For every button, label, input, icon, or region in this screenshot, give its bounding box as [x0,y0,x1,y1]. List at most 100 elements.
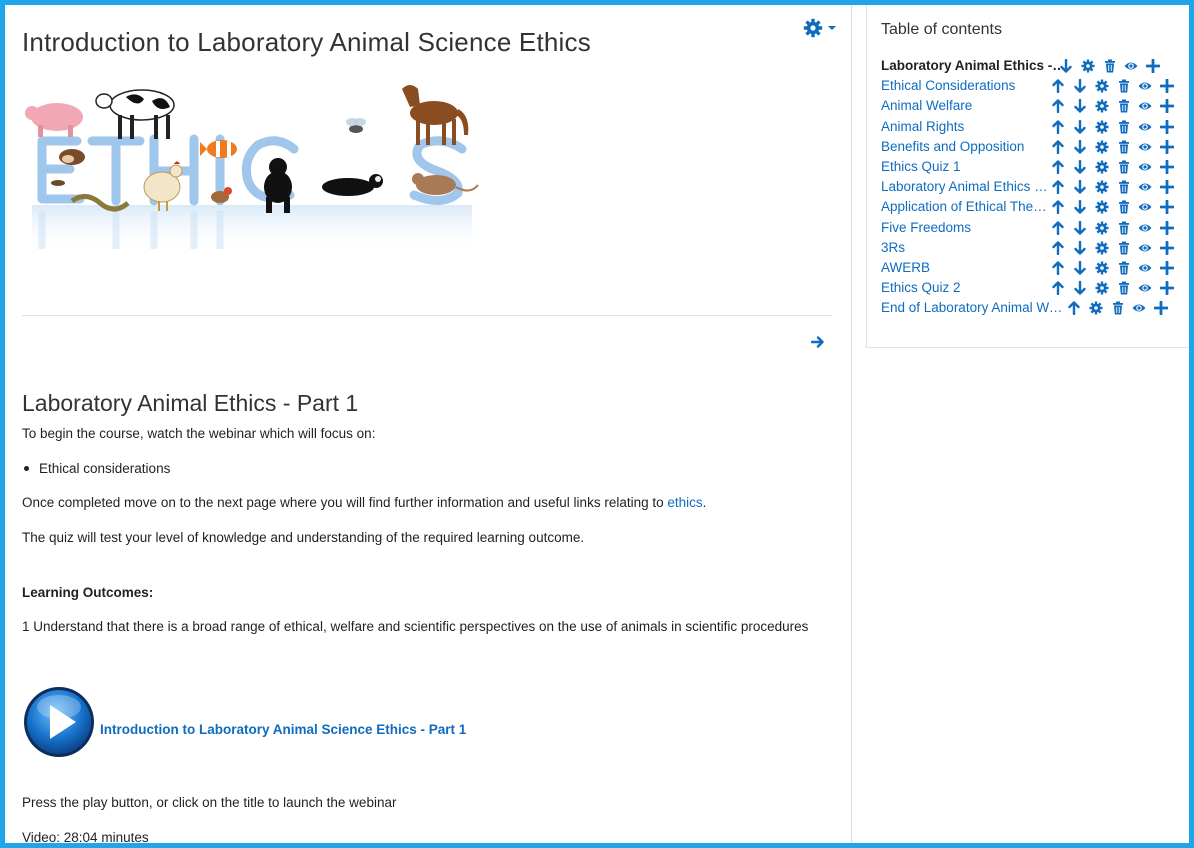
toc-item-label[interactable]: 3Rs [881,238,1049,258]
arrow-down-icon[interactable] [1073,119,1087,134]
webinar-link[interactable]: Introduction to Laboratory Animal Scienc… [22,685,466,759]
gear-icon[interactable] [1095,200,1109,214]
trash-icon[interactable] [1117,281,1131,295]
plus-icon[interactable] [1159,179,1175,195]
arrow-up-icon[interactable] [1051,281,1065,296]
eye-icon[interactable] [1138,200,1152,214]
plus-icon[interactable] [1159,280,1175,296]
arrow-up-icon[interactable] [1051,140,1065,154]
eye-icon[interactable] [1124,59,1138,73]
bullet-item: Ethical considerations [22,461,170,476]
webinar-title-link[interactable]: Introduction to Laboratory Animal Scienc… [100,722,466,737]
eye-icon[interactable] [1138,241,1152,255]
gear-icon[interactable] [1095,261,1109,275]
gear-icon[interactable] [1095,99,1109,113]
toc-item: Benefits and Opposition [881,137,1181,157]
toc-item-label[interactable]: Laboratory Animal Ethics - Part 2 [881,177,1049,197]
eye-icon[interactable] [1132,301,1146,315]
arrow-down-icon[interactable] [1073,220,1087,235]
eye-icon[interactable] [1138,160,1152,174]
eye-icon[interactable] [1138,281,1152,295]
arrow-up-icon[interactable] [1051,240,1065,255]
arrow-up-icon[interactable] [1051,79,1065,94]
arrow-down-icon[interactable] [1073,99,1087,114]
arrow-down-icon[interactable] [1073,159,1087,174]
arrow-up-icon[interactable] [1051,99,1065,114]
arrow-up-icon[interactable] [1067,301,1081,316]
toc-item-label[interactable]: End of Laboratory Animal Welfare [881,298,1067,318]
trash-icon[interactable] [1117,221,1131,235]
toc-item-label[interactable]: Animal Rights [881,117,1049,137]
arrow-down-icon[interactable] [1073,200,1087,215]
eye-icon[interactable] [1138,79,1152,93]
toc-item-label[interactable]: Application of Ethical Theories [881,197,1049,217]
gear-icon[interactable] [1095,180,1109,194]
eye-icon[interactable] [1138,180,1152,194]
play-button-icon[interactable] [22,685,96,759]
arrow-up-icon[interactable] [1051,119,1065,134]
eye-icon[interactable] [1138,99,1152,113]
trash-icon[interactable] [1117,261,1131,275]
eye-icon[interactable] [1138,221,1152,235]
gear-icon[interactable] [1095,160,1109,174]
trash-icon[interactable] [1117,241,1131,255]
plus-icon[interactable] [1153,300,1169,316]
plus-icon[interactable] [1159,119,1175,134]
gear-icon[interactable] [1095,120,1109,134]
toc-item-label[interactable]: Animal Welfare [881,96,1049,116]
trash-icon[interactable] [1117,120,1131,134]
toc-item-label[interactable]: Five Freedoms [881,218,1049,238]
arrow-down-icon[interactable] [1073,260,1087,275]
toc-item-label[interactable]: Ethics Quiz 1 [881,157,1049,177]
gear-icon[interactable] [1095,221,1109,235]
arrow-up-icon[interactable] [1051,160,1065,175]
arrow-down-icon[interactable] [1073,78,1087,93]
eye-icon[interactable] [1138,120,1152,134]
toc-item-label[interactable]: Benefits and Opposition [881,137,1049,157]
trash-icon[interactable] [1117,160,1131,174]
arrow-up-icon[interactable] [1051,200,1065,215]
plus-icon[interactable] [1159,78,1175,94]
ethics-link[interactable]: ethics [667,495,702,510]
gear-icon[interactable] [1095,281,1109,295]
gear-icon[interactable] [1089,301,1103,315]
gear-icon[interactable] [1081,59,1095,73]
ethics-banner-image [25,85,479,255]
toc-item-label[interactable]: Ethical Considerations [881,76,1049,96]
toc-item-label[interactable]: AWERB [881,258,1049,278]
plus-icon[interactable] [1159,240,1175,256]
plus-icon[interactable] [1159,159,1175,175]
plus-icon[interactable] [1159,199,1175,215]
gear-icon[interactable] [1095,79,1109,93]
toc-item-actions [1051,240,1175,256]
trash-icon[interactable] [1117,200,1131,214]
arrow-up-icon[interactable] [1051,180,1065,195]
eye-icon[interactable] [1138,140,1152,154]
arrow-up-icon[interactable] [1051,220,1065,235]
trash-icon[interactable] [1117,99,1131,113]
plus-icon[interactable] [1145,58,1161,74]
next-page-arrow[interactable] [810,335,825,354]
trash-icon[interactable] [1117,140,1131,154]
plus-icon[interactable] [1159,98,1175,114]
arrow-down-icon[interactable] [1073,240,1087,255]
trash-icon[interactable] [1111,301,1125,315]
plus-icon[interactable] [1159,220,1175,235]
page-settings-menu[interactable] [803,18,836,38]
arrow-up-icon[interactable] [1051,261,1065,276]
arrow-down-icon[interactable] [1073,179,1087,194]
toc-item-label[interactable]: Ethics Quiz 2 [881,278,1049,298]
arrow-down-icon[interactable] [1059,58,1073,73]
gear-icon[interactable] [1095,241,1109,255]
plus-icon[interactable] [1159,260,1175,276]
arrow-down-icon[interactable] [1073,139,1087,154]
arrow-down-icon[interactable] [1073,280,1087,295]
toc-item-actions [1059,58,1175,74]
plus-icon[interactable] [1159,139,1175,155]
trash-icon[interactable] [1117,180,1131,194]
gear-icon[interactable] [1095,140,1109,154]
eye-icon[interactable] [1138,261,1152,275]
trash-icon[interactable] [1117,79,1131,93]
toc-item-actions [1051,179,1175,195]
trash-icon[interactable] [1103,59,1117,73]
